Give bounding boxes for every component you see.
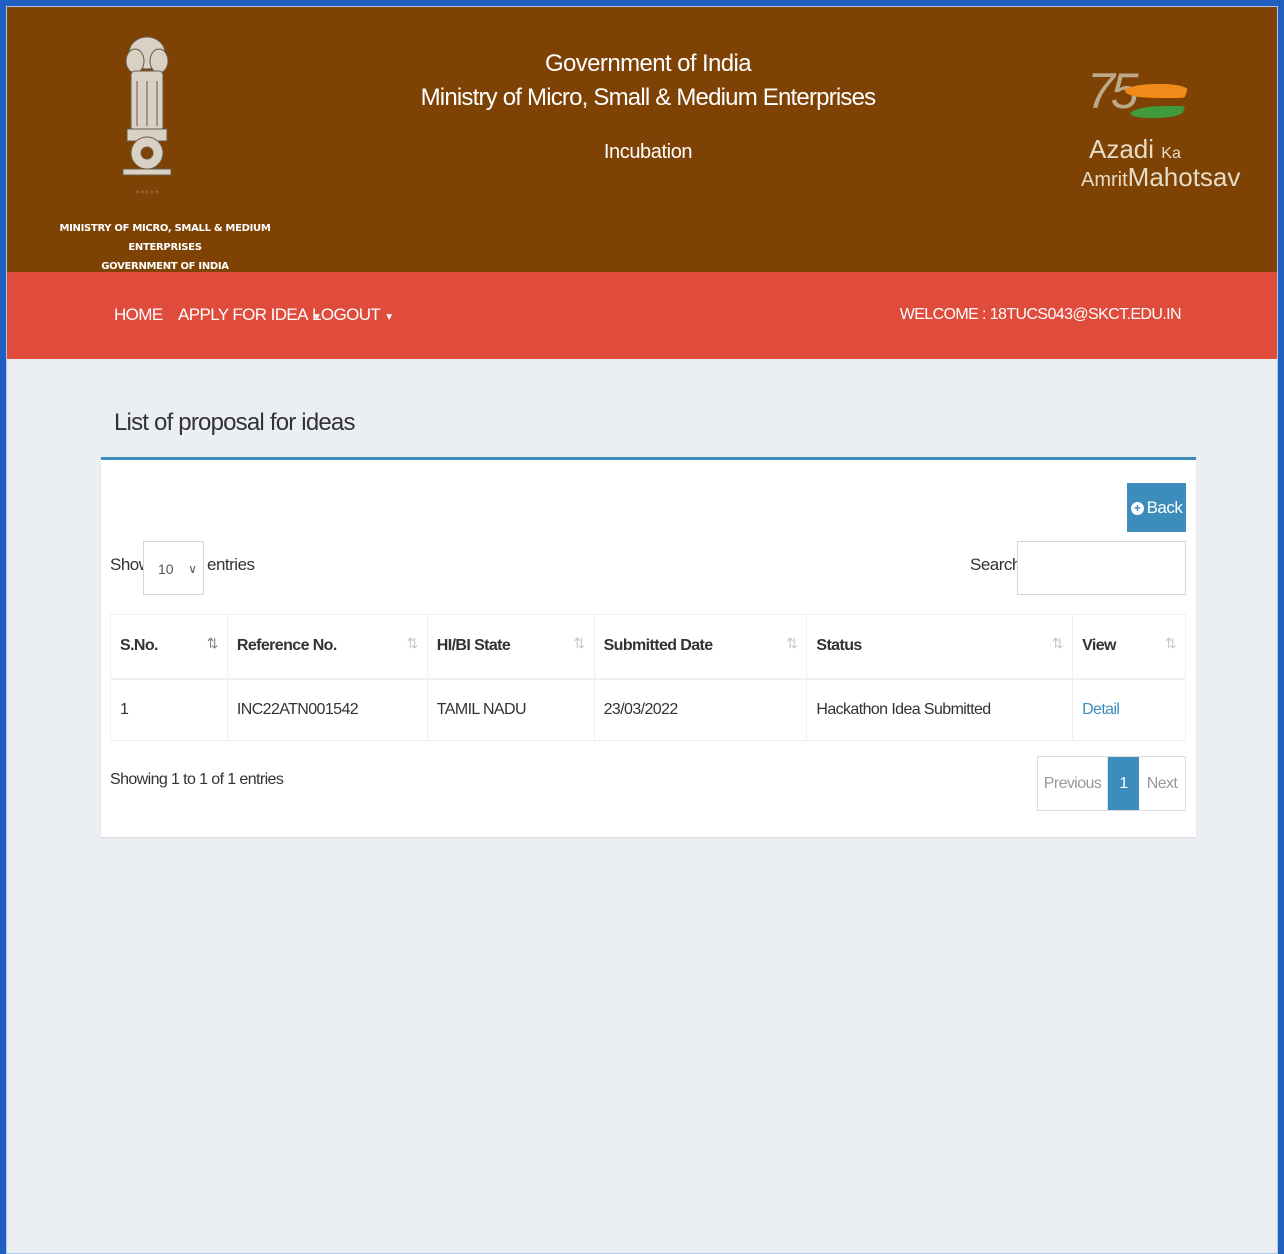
pagination-page-1[interactable]: 1 bbox=[1108, 757, 1139, 810]
column-header-view[interactable]: View ⇅ bbox=[1072, 614, 1186, 680]
chevron-down-icon: ∨ bbox=[188, 562, 197, 576]
entries-length-select[interactable]: 10 ∨ bbox=[143, 541, 204, 595]
emblem-caption: MINISTRY OF MICRO, SMALL & MEDIUM ENTERP… bbox=[29, 219, 301, 276]
header-title-line2: Ministry of Micro, Small & Medium Enterp… bbox=[420, 84, 877, 111]
sort-icon: ⇅ bbox=[786, 635, 798, 651]
svg-text:◦◦◦◦◦: ◦◦◦◦◦ bbox=[135, 188, 159, 197]
flag-stroke-green bbox=[1128, 106, 1186, 118]
national-emblem-icon: ◦◦◦◦◦ bbox=[122, 36, 172, 197]
azadi-line1: Azadi Ka bbox=[1089, 134, 1181, 164]
cell-status: Hackathon Idea Submitted bbox=[806, 678, 1074, 741]
sort-icon: ⇅ bbox=[573, 635, 585, 651]
main-nav: HOME APPLY FOR IDEA ▼ LOGOUT ▼ WELCOME : 1… bbox=[7, 272, 1277, 359]
plus-circle-icon: + bbox=[1130, 501, 1144, 515]
header-title-line1: Government of India bbox=[544, 50, 752, 77]
cell-view: Detail bbox=[1072, 678, 1186, 741]
entries-label: entries bbox=[207, 555, 255, 574]
back-button[interactable]: + Back bbox=[1127, 483, 1186, 532]
cell-sno: 1 bbox=[110, 678, 228, 741]
flag-stroke-orange bbox=[1122, 84, 1190, 98]
pagination-previous[interactable]: Previous bbox=[1038, 757, 1108, 810]
table-row: 1 INC22ATN001542 TAMIL NADU 23/03/2022 H… bbox=[110, 678, 1186, 741]
search-input[interactable] bbox=[1017, 541, 1186, 595]
pagination-next[interactable]: Next bbox=[1139, 757, 1185, 810]
cell-date: 23/03/2022 bbox=[593, 678, 808, 741]
nav-logout[interactable]: LOGOUT ▼ bbox=[312, 305, 394, 325]
proposals-panel: + Back Show 10 ∨ entries Search: S.No. ⇅ R… bbox=[101, 457, 1196, 837]
column-header-sno[interactable]: S.No. ⇅ bbox=[110, 614, 228, 680]
table-header-row: S.No. ⇅ Reference No. ⇅ HI/BI State ⇅ Submi… bbox=[110, 614, 1186, 680]
site-header: ◦◦◦◦◦ MINISTRY OF MICRO, SMALL & MEDIUM … bbox=[7, 7, 1277, 272]
column-header-date[interactable]: Submitted Date ⇅ bbox=[593, 614, 808, 680]
sort-icon: ⇅ bbox=[406, 635, 419, 651]
cell-reference: INC22ATN001542 bbox=[226, 678, 428, 741]
app-window: ◦◦◦◦◦ MINISTRY OF MICRO, SMALL & MEDIUM … bbox=[6, 6, 1278, 1254]
cell-state: TAMIL NADU bbox=[426, 678, 595, 741]
proposals-table: S.No. ⇅ Reference No. ⇅ HI/BI State ⇅ Submi… bbox=[110, 614, 1186, 741]
detail-link[interactable]: Detail bbox=[1082, 701, 1120, 718]
column-header-reference[interactable]: Reference No. ⇅ bbox=[226, 614, 428, 680]
caret-down-icon: ▼ bbox=[384, 312, 394, 323]
header-subtitle: Incubation bbox=[603, 141, 693, 163]
nav-home[interactable]: HOME bbox=[114, 305, 163, 325]
welcome-user: WELCOME : 18TUCS043@SKCT.EDU.IN bbox=[899, 306, 1182, 323]
azadi-line2: AmritMahotsav bbox=[1081, 162, 1241, 192]
table-info: Showing 1 to 1 of 1 entries bbox=[110, 771, 284, 788]
nav-apply-for-idea[interactable]: APPLY FOR IDEA ▼ bbox=[178, 305, 322, 325]
sort-icon: ⇅ bbox=[1164, 635, 1177, 651]
pagination: Previous 1 Next bbox=[1037, 756, 1186, 811]
column-header-status[interactable]: Status ⇅ bbox=[806, 614, 1074, 680]
column-header-state[interactable]: HI/BI State ⇅ bbox=[426, 614, 595, 680]
azadi-ka-amrit-mahotsav-logo: 75 Azadi Ka AmritMahotsav bbox=[1075, 62, 1240, 202]
sort-icon: ⇅ bbox=[206, 635, 219, 651]
emblem-caption-line1: MINISTRY OF MICRO, SMALL & MEDIUM ENTERP… bbox=[59, 223, 271, 253]
sort-icon: ⇅ bbox=[1051, 635, 1064, 651]
header-title-block: Government of India Ministry of Micro, S… bbox=[407, 47, 889, 164]
page-title: List of proposal for ideas bbox=[114, 409, 355, 436]
